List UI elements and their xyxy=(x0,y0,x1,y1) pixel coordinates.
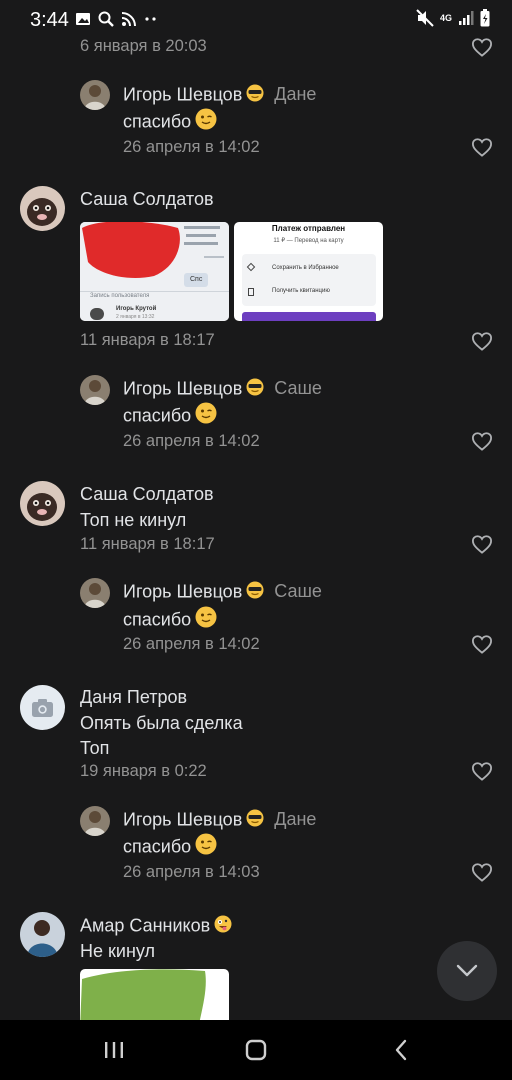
photo-mini-text: Запись пользователя xyxy=(90,293,150,299)
comment-date: 26 апреля в 14:02 xyxy=(123,635,260,653)
status-right-icons: 4G xyxy=(416,9,490,27)
comments-feed[interactable]: 6 января в 20:03 Игорь Шевцов Дане спасиб… xyxy=(0,0,512,1020)
status-time: 3:44 xyxy=(30,9,69,31)
attachment-photo[interactable]: Платеж отправлен 11 ₽ — Перевод на карту… xyxy=(234,222,383,321)
photo-mini-text: Платеж отправлен xyxy=(271,224,346,233)
comment-date: 26 апреля в 14:03 xyxy=(123,863,260,881)
mute-icon xyxy=(416,9,434,27)
avatar[interactable] xyxy=(20,685,65,730)
avatar[interactable] xyxy=(80,806,110,836)
gallery-icon xyxy=(76,13,90,25)
comment-date: 26 апреля в 14:02 xyxy=(123,432,260,450)
like-heart-icon[interactable] xyxy=(471,331,493,351)
back-button[interactable] xyxy=(386,1035,416,1065)
comment-author[interactable]: Саша Солдатов xyxy=(80,484,214,505)
attachment-photo[interactable]: Спс Запись пользователя Игорь Крутой 2 я… xyxy=(80,222,229,321)
sunglasses-emoji-icon xyxy=(246,378,264,401)
comment-author[interactable]: Саша Солдатов xyxy=(80,189,214,210)
avatar[interactable] xyxy=(20,481,65,526)
like-heart-icon[interactable] xyxy=(471,431,493,451)
comment-date: 11 января в 18:17 xyxy=(80,535,215,553)
comment-date: 11 января в 18:17 xyxy=(80,331,215,349)
sunglasses-emoji-icon xyxy=(246,84,264,107)
comment-author-row: Амар Санников xyxy=(80,915,232,938)
battery-icon xyxy=(480,9,490,27)
reply-to[interactable]: Саше xyxy=(274,378,322,398)
attachment-photo[interactable] xyxy=(80,969,229,1020)
comment-author-row: Игорь Шевцов Дане xyxy=(123,809,316,832)
comment-text: спасибо xyxy=(123,402,217,431)
like-heart-icon[interactable] xyxy=(471,137,493,157)
scroll-down-button[interactable] xyxy=(437,941,497,1001)
network-4g-icon: 4G xyxy=(439,12,452,23)
comment-text-line: Опять была сделка xyxy=(80,713,243,733)
camera-icon xyxy=(32,699,53,717)
zany-face-emoji-icon xyxy=(214,915,232,938)
comment-author-row: Игорь Шевцов Саше xyxy=(123,378,322,401)
avatar[interactable] xyxy=(20,912,65,957)
reply-to[interactable]: Дане xyxy=(274,809,316,829)
avatar[interactable] xyxy=(20,186,65,231)
photo-mini-panel xyxy=(242,254,376,306)
like-heart-icon[interactable] xyxy=(471,634,493,654)
photo-mini-text: Игорь Крутой xyxy=(116,306,157,312)
comment-author[interactable]: Игорь Шевцов xyxy=(123,378,242,398)
winking-emoji-icon xyxy=(195,833,217,862)
photo-mini-text: 2 января в 13:32 xyxy=(116,314,155,320)
comment-author[interactable]: Игорь Шевцов xyxy=(123,84,242,104)
comment-text: Не кинул xyxy=(80,941,155,961)
home-button[interactable] xyxy=(241,1035,271,1065)
comment-author[interactable]: Амар Санников xyxy=(80,915,210,935)
comment-text: спасибо xyxy=(123,108,217,137)
comment-author-row: Игорь Шевцов Дане xyxy=(123,84,316,107)
avatar[interactable] xyxy=(80,80,110,110)
rss-icon xyxy=(121,12,136,27)
comment-text: спасибо xyxy=(123,606,217,635)
comment-author[interactable]: Игорь Шевцов xyxy=(123,581,242,601)
signal-icon xyxy=(459,11,474,25)
comment-date: 26 апреля в 14:02 xyxy=(123,138,260,156)
recent-apps-icon xyxy=(105,1042,123,1058)
avatar[interactable] xyxy=(80,375,110,405)
like-heart-icon[interactable] xyxy=(471,761,493,781)
more-dots-icon xyxy=(145,17,156,21)
like-heart-icon[interactable] xyxy=(471,862,493,882)
search-icon xyxy=(98,11,114,27)
reply-to[interactable]: Дане xyxy=(274,84,316,104)
avatar[interactable] xyxy=(80,578,110,608)
photo-mini-bar xyxy=(242,312,376,321)
comment-text-line: Топ xyxy=(80,738,110,758)
like-heart-icon[interactable] xyxy=(471,534,493,554)
comment-author-row: Игорь Шевцов Саше xyxy=(123,581,322,604)
comment-text: спасибо xyxy=(123,833,217,862)
photo-mini-text: 11 ₽ — Перевод на карту xyxy=(273,238,344,244)
reply-to[interactable]: Саше xyxy=(274,581,322,601)
like-heart-icon[interactable] xyxy=(471,37,493,57)
comment-author[interactable]: Игорь Шевцов xyxy=(123,809,242,829)
receipt-icon xyxy=(248,288,254,296)
status-bar: 3:44 4G xyxy=(0,0,512,40)
chevron-down-icon xyxy=(456,964,478,977)
photo-mini-text: Спс xyxy=(190,276,203,283)
comment-text: Топ не кинул xyxy=(80,510,187,530)
winking-emoji-icon xyxy=(195,402,217,431)
sunglasses-emoji-icon xyxy=(246,809,264,832)
comment-date: 19 января в 0:22 xyxy=(80,762,207,780)
recent-apps-button[interactable] xyxy=(99,1035,129,1065)
navigation-bar xyxy=(0,1020,512,1080)
winking-emoji-icon xyxy=(195,606,217,635)
home-icon xyxy=(245,1039,267,1061)
sunglasses-emoji-icon xyxy=(246,581,264,604)
photo-mini-text: Сохранить в Избранное xyxy=(272,265,339,271)
winking-emoji-icon xyxy=(195,108,217,137)
photo-mini-text: Получить квитанцию xyxy=(272,288,330,294)
status-left-icons xyxy=(75,10,159,28)
comment-author[interactable]: Даня Петров xyxy=(80,687,187,708)
back-icon xyxy=(395,1039,407,1061)
